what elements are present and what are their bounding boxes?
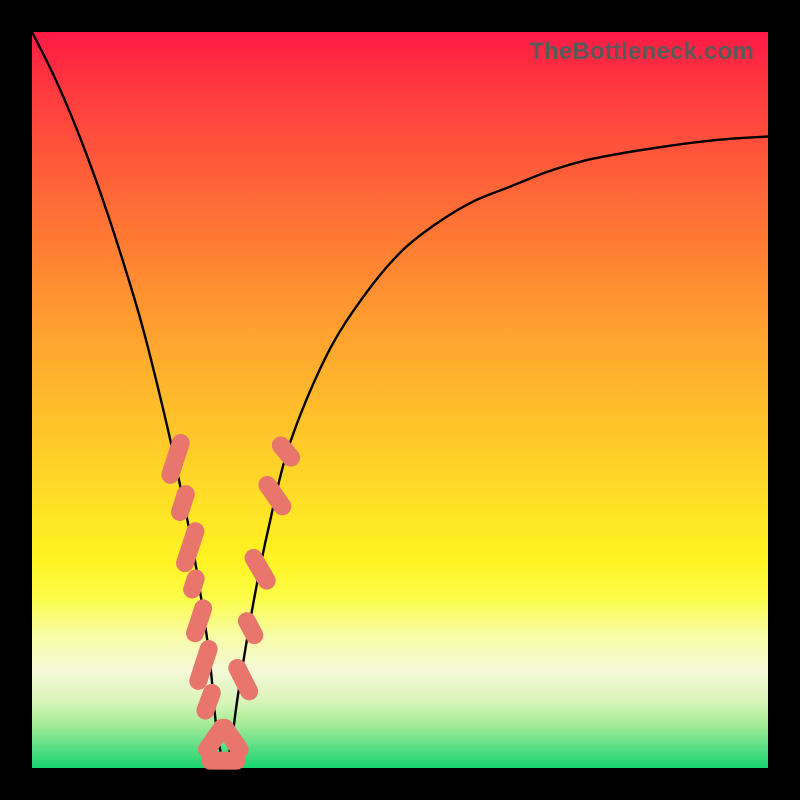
chart-frame: TheBottleneck.com: [0, 0, 800, 800]
marker: [181, 567, 207, 601]
bottleneck-curve: [32, 32, 768, 762]
marker: [241, 546, 279, 593]
marker: [225, 656, 261, 704]
marker: [268, 433, 304, 471]
marker: [169, 483, 197, 524]
marker: [159, 432, 192, 487]
marker: [184, 597, 215, 645]
plot-area: TheBottleneck.com: [32, 32, 768, 768]
chart-svg: [32, 32, 768, 768]
marker: [235, 609, 267, 647]
marker: [187, 638, 220, 693]
marker: [255, 472, 295, 518]
marker: [174, 520, 207, 575]
